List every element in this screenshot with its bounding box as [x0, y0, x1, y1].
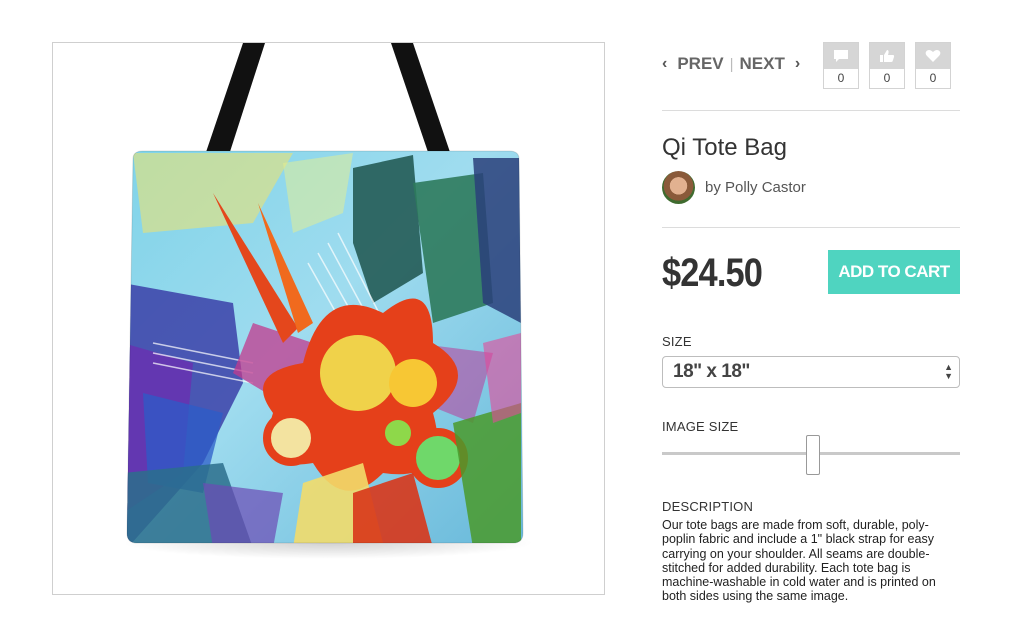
product-navigation: ‹ PREV | NEXT › 0 0 0 — [662, 42, 960, 92]
product-price: $24.50 — [662, 251, 763, 295]
image-size-slider-handle[interactable] — [806, 435, 820, 475]
select-arrows-icon: ▲ ▼ — [944, 362, 953, 381]
heart-icon — [916, 43, 950, 69]
social-actions: 0 0 0 — [823, 42, 951, 89]
favorite-button[interactable]: 0 — [915, 42, 951, 89]
artist-avatar[interactable] — [662, 171, 695, 204]
size-select[interactable]: 18" x 18" ▲ ▼ — [662, 356, 960, 388]
artist-name[interactable]: by Polly Castor — [705, 179, 806, 196]
comment-button[interactable]: 0 — [823, 42, 859, 89]
comment-icon — [824, 43, 858, 69]
strap-right — [391, 43, 453, 161]
prev-next-links: ‹ PREV | NEXT › — [662, 54, 800, 74]
image-size-label: IMAGE SIZE — [662, 419, 739, 434]
like-button[interactable]: 0 — [869, 42, 905, 89]
tote-bag-image — [123, 43, 533, 559]
next-link[interactable]: NEXT — [740, 54, 785, 74]
favorite-count: 0 — [929, 71, 937, 85]
strap-left — [203, 43, 265, 161]
divider — [662, 110, 960, 111]
comment-count: 0 — [837, 71, 845, 85]
description-label: DESCRIPTION — [662, 499, 754, 514]
like-icon — [870, 43, 904, 69]
product-image-frame — [52, 42, 605, 595]
prev-link[interactable]: PREV — [677, 54, 723, 74]
chevron-right-icon[interactable]: › — [795, 55, 800, 73]
description-text: Our tote bags are made from soft, durabl… — [662, 518, 936, 604]
size-label: SIZE — [662, 334, 692, 349]
product-title: Qi Tote Bag — [662, 134, 787, 161]
artist-info[interactable]: by Polly Castor — [662, 171, 806, 204]
chevron-left-icon[interactable]: ‹ — [662, 55, 667, 73]
size-selected-value: 18" x 18" — [673, 361, 750, 382]
like-count: 0 — [883, 71, 891, 85]
divider — [662, 227, 960, 228]
nav-separator: | — [729, 55, 734, 73]
add-to-cart-button[interactable]: ADD TO CART — [828, 250, 960, 294]
